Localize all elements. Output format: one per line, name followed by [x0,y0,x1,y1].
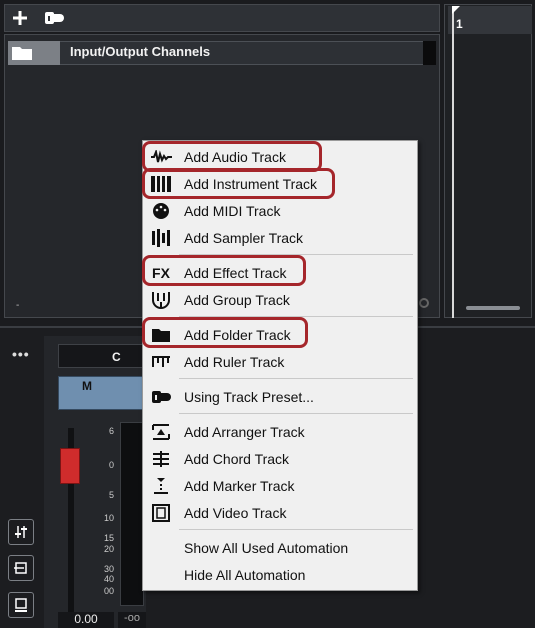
menu-item-add-video-track[interactable]: Add Video Track [143,500,417,526]
volume-readout[interactable]: 0.00 [58,612,114,628]
mute-button[interactable]: M [82,379,92,393]
track-toolbar [4,4,440,32]
menu-item-label: Add Sampler Track [184,230,304,246]
level-meter [120,422,144,606]
scale-tick: 0 [108,460,114,470]
menu-item-add-marker-track[interactable]: Add Marker Track [143,473,417,499]
scale-tick: 00 [103,586,114,596]
ruler-icon [150,353,172,371]
menu-item-add-group-track[interactable]: Add Group Track [143,287,417,313]
arranger-icon [150,423,172,441]
menu-item-label: Add Chord Track [184,451,290,467]
scale-tick: 15 [103,533,114,543]
highlight-outline-instrument [142,168,335,199]
mute-solo-row[interactable] [58,376,146,410]
scale-tick: 5 [108,490,114,500]
group-icon [150,291,172,309]
menu-item-label: Hide All Automation [184,567,306,583]
scale-tick: 30 [103,564,114,574]
menu-item-add-ruler-track[interactable]: Add Ruler Track [143,349,417,375]
channel-name: C [112,350,121,364]
event-display[interactable] [444,4,532,318]
menu-item-label: Add Group Track [184,292,290,308]
menu-item-add-arranger-track[interactable]: Add Arranger Track [143,419,417,445]
io-track-end [423,41,436,65]
track-preset-icon [150,388,172,406]
scale-tick: 6 [108,426,114,436]
menu-separator [179,378,413,379]
menu-item-using-track-preset[interactable]: Using Track Preset... [143,384,417,410]
menu-item-label: Add Arranger Track [184,424,305,440]
routing-icon[interactable] [8,555,34,581]
plus-icon[interactable] [9,8,31,28]
chord-icon [150,450,172,468]
highlight-outline-effect [142,255,306,286]
ruler-bar-number: 1 [456,17,463,31]
io-track-label: Input/Output Channels [70,44,211,59]
menu-item-add-chord-track[interactable]: Add Chord Track [143,446,417,472]
menu-separator [179,529,413,530]
scale-tick: 20 [103,544,114,554]
more-options-icon[interactable]: ••• [12,346,30,362]
monitor-icon[interactable] [8,592,34,618]
folder-icon [8,41,60,65]
midi-plug-icon [150,202,172,220]
add-track-preset-icon[interactable] [41,8,67,28]
sampler-icon [150,229,172,247]
peak-readout[interactable]: -oo [118,612,146,628]
volume-fader[interactable] [60,448,80,484]
menu-item-label: Add MIDI Track [184,203,281,219]
playhead-cursor[interactable] [452,6,460,318]
menu-item-add-midi-track[interactable]: Add MIDI Track [143,198,417,224]
mixer-settings-icon[interactable] [8,519,34,545]
menu-item-hide-all-automation[interactable]: Hide All Automation [143,562,417,588]
tracklist-corner-mark: - [16,300,20,311]
horizontal-scrollbar[interactable] [466,306,520,310]
marker-icon [150,477,172,495]
menu-item-show-all-used-automation[interactable]: Show All Used Automation [143,535,417,561]
video-icon [150,504,172,522]
menu-item-label: Using Track Preset... [184,389,314,405]
menu-item-label: Add Video Track [184,505,287,521]
menu-item-label: Show All Used Automation [184,540,349,556]
highlight-outline-folder [142,317,308,348]
scale-tick: 40 [103,574,114,584]
channel-name-field[interactable] [58,344,146,368]
menu-separator [179,413,413,414]
add-track-context-menu: Add Audio Track Add Instrument Track Add… [142,140,418,591]
gear-icon[interactable] [418,296,430,314]
scale-tick: 10 [103,513,114,523]
menu-item-label: Add Marker Track [184,478,295,494]
menu-item-add-sampler-track[interactable]: Add Sampler Track [143,225,417,251]
menu-item-label: Add Ruler Track [184,354,285,370]
